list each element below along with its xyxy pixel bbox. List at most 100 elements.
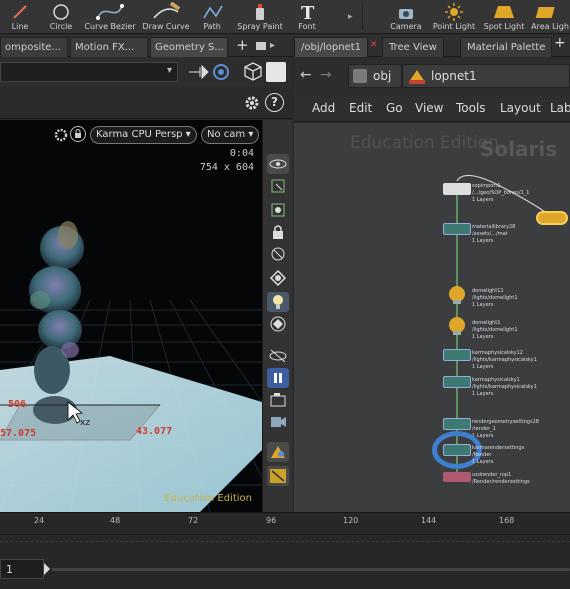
transform-handle-icon[interactable] [267,466,289,486]
pause-render-icon[interactable] [267,368,289,388]
tick-label: 144 [421,516,437,525]
cube-icon[interactable] [242,61,264,83]
measure-value-a: 506 [8,399,27,410]
camera-view-icon[interactable] [267,412,289,432]
node-layers: 1 Layers [472,197,494,203]
node-karmaphysicalsky12[interactable] [443,349,471,361]
close-tab-icon[interactable]: ✕ [370,40,378,50]
circle-tool-button[interactable]: Circle [44,0,78,34]
visibility-eye-icon[interactable] [267,154,289,174]
node-domelight1[interactable] [444,316,470,336]
tab-network-editor[interactable]: /obj/lopnet1 [294,37,368,57]
tick-label: 48 [110,516,121,525]
viewport-display-toolbar [262,120,292,512]
camera-tool-button[interactable]: Camera [386,0,426,34]
spray-paint-tool-button[interactable]: Spray Paint [234,0,286,34]
circle-icon [53,4,69,20]
spray-paint-icon [256,4,264,20]
curve-bezier-tool-button[interactable]: Curve Bezier [82,0,138,34]
tab-tree-view[interactable]: Tree View [382,37,444,57]
font-tool-button[interactable]: T Font [292,0,322,34]
measure-value-b: 57.075 [0,428,37,439]
timeline-ruler[interactable]: 24 48 72 96 120 144 168 [0,513,570,535]
node-detail: /assets/.../mat [472,231,508,237]
target-icon[interactable] [210,62,232,82]
node-domelight1-text: domelight1/lights/domelight1 1 Layers [472,320,518,341]
display-options-icon[interactable] [266,62,286,82]
lock-icon[interactable] [267,222,289,242]
menu-tools[interactable]: Tools [456,101,486,115]
path-dropdown[interactable]: ▾ [0,62,178,82]
renderer-dropdown[interactable]: Karma CPU Persp ▾ [90,126,197,144]
maximize-pane-icon[interactable] [256,42,266,50]
pin-icon[interactable] [186,62,210,82]
viewport-watermark: Education Edition [164,493,252,504]
node-karmarendersettings[interactable] [443,444,471,456]
font-icon: T [301,3,315,22]
menu-edit[interactable]: Edit [349,101,372,115]
network-editor[interactable]: Education Edition Solaris sopimport1/...… [294,123,570,512]
help-icon[interactable]: ? [265,93,284,112]
spot-light-tool-button[interactable]: Spot Light [482,0,526,34]
tab-motion-fx[interactable]: Motion FX... [70,37,148,57]
gear-icon[interactable] [242,93,262,113]
add-tab-button[interactable]: + [236,36,249,54]
draw-curve-tool-button[interactable]: Draw Curve [140,0,192,34]
tab-composite[interactable]: omposite... [0,37,68,57]
menu-layout[interactable]: Layout [500,101,541,115]
current-frame-field[interactable]: 1 [0,559,44,579]
lock-camera-icon[interactable] [70,126,86,142]
headlight-icon[interactable] [267,292,289,312]
point-light-label: Point Light [432,22,476,31]
menu-lab[interactable]: Lab [550,101,570,115]
tab-geometry-spreadsheet[interactable]: Geometry S... [150,37,228,57]
shelf-overflow-arrow[interactable]: ▸ [348,12,353,22]
right-pane-tabbar: ◂ /obj/lopnet1 ✕ Tree View Material Pale… [294,35,570,57]
add-tab-button-right[interactable]: + [554,35,566,51]
circle-tool-label: Circle [49,22,73,31]
playhead-marker-icon[interactable] [42,561,52,577]
menu-add[interactable]: Add [312,101,335,115]
line-tool-button[interactable]: Line [4,0,36,34]
back-arrow-icon[interactable]: ← [300,67,312,83]
node-selected-yellow[interactable] [536,211,568,225]
shelf-toolbar: Line Circle Curve Bezier Draw Curve Path… [0,0,570,34]
ghost-icon[interactable] [267,244,289,264]
shelf-divider [362,4,363,30]
node-usdrender-rop1[interactable] [443,472,471,482]
node-sopimport1-text: sopimport1/.../geo/SOP_bones/1_1 1 Layers [472,183,529,204]
area-light-tool-button[interactable]: Area Ligh [530,0,570,34]
camera-tool-label: Camera [390,22,422,31]
pose-tool-icon[interactable] [267,200,289,220]
texture-display-icon[interactable] [267,442,289,462]
snapshot-icon[interactable] [267,390,289,410]
timeline-scrub-bar[interactable] [52,568,570,571]
shadows-icon[interactable] [267,314,289,334]
menu-go[interactable]: Go [386,101,403,115]
menu-view[interactable]: View [415,101,443,115]
forward-arrow-icon[interactable]: → [320,67,332,83]
scene-viewport[interactable]: Karma CPU Persp ▾ No cam ▾ 0:04 754 x 60… [0,120,262,512]
path-tool-button[interactable]: Path [196,0,228,34]
node-rendergeometrysettings28[interactable] [443,418,471,430]
node-domelight11[interactable] [444,285,470,305]
tab-material-palette[interactable]: Material Palette [460,37,553,57]
point-light-tool-button[interactable]: Point Light [430,0,478,34]
camera-icon [399,9,413,19]
node-materiallibrary28[interactable] [443,223,471,235]
select-mode-icon[interactable] [267,176,289,196]
view-toggle-icon[interactable] [267,346,289,366]
pane-menu-arrow-icon[interactable]: ▸ [270,40,275,51]
spray-paint-label: Spray Paint [237,22,283,31]
node-name: materiallibrary28 [472,224,516,230]
display-shading-icon[interactable] [267,268,289,288]
node-layers: 1 Layers [472,302,494,308]
node-sopimport1[interactable] [443,183,471,195]
obj-path-button[interactable]: obj [348,64,402,88]
viewport-gear-icon[interactable] [52,126,70,144]
node-karmaphysicalsky1[interactable] [443,376,471,388]
node-name: karmaphysicalsky12 [472,350,523,356]
line-tool-label: Line [11,22,29,31]
lopnet-path-button[interactable]: lopnet1 [402,64,570,88]
camera-dropdown[interactable]: No cam ▾ [201,126,260,144]
